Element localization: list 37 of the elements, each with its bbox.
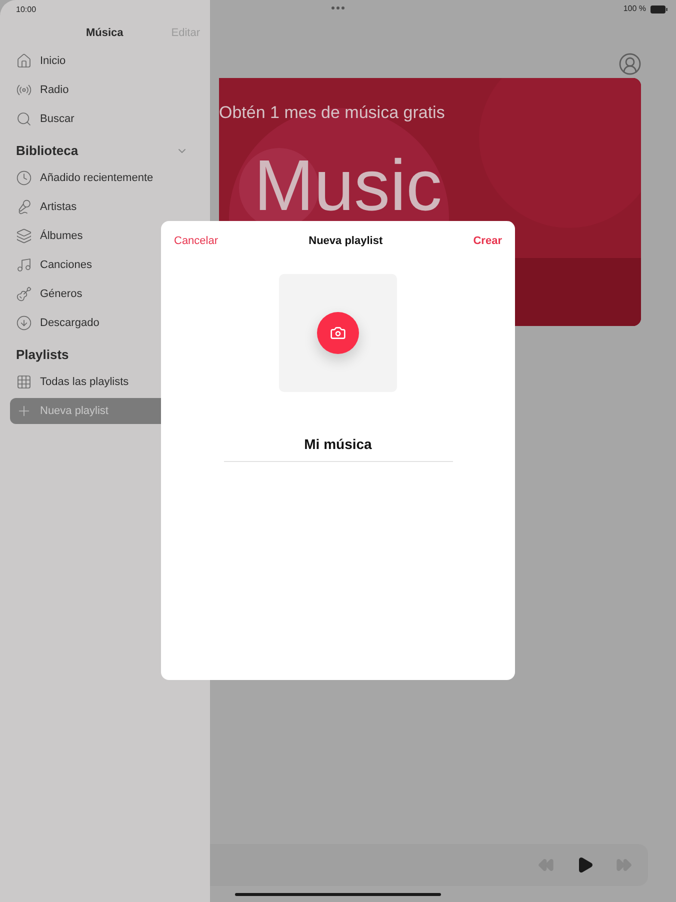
sidebar-item[interactable]: Descargado xyxy=(10,310,200,336)
microphone-icon xyxy=(16,199,32,215)
dialog-title: Nueva playlist xyxy=(308,234,383,249)
more-dots-icon xyxy=(331,6,345,10)
music-note-icon xyxy=(16,257,32,273)
sidebar-item[interactable]: Todas las playlists xyxy=(10,369,200,395)
search-icon xyxy=(16,111,32,127)
battery-percent: 100 % xyxy=(623,3,646,15)
account-icon[interactable] xyxy=(618,52,642,76)
download-icon xyxy=(16,315,32,331)
home-icon xyxy=(16,53,32,69)
sidebar-item[interactable]: Artistas xyxy=(10,194,200,220)
section-title: Biblioteca xyxy=(16,142,78,160)
banner-logo-text: Music xyxy=(254,150,442,222)
sidebar-item[interactable]: Géneros xyxy=(10,281,200,307)
sidebar-item[interactable]: Buscar xyxy=(10,106,200,132)
section-title: Playlists xyxy=(16,346,69,364)
sidebar-title: Música xyxy=(86,26,124,41)
sidebar-item[interactable]: Canciones xyxy=(10,252,200,278)
camera-icon xyxy=(330,324,346,340)
cancel-button[interactable]: Cancelar xyxy=(174,233,218,250)
guitar-icon xyxy=(16,286,32,302)
status-time: 10:00 xyxy=(15,4,38,16)
album-stack-icon xyxy=(16,228,32,244)
radio-icon xyxy=(16,82,32,98)
camera-button[interactable] xyxy=(317,312,359,354)
play-icon[interactable] xyxy=(576,856,594,874)
grid-icon xyxy=(16,374,32,390)
clock-icon xyxy=(16,170,32,186)
sidebar-item[interactable]: Añadido recientemente xyxy=(10,165,200,191)
battery-icon xyxy=(650,4,668,14)
playlist-name-field[interactable]: Mi música xyxy=(224,434,452,462)
plus-icon xyxy=(16,403,32,419)
sidebar-item[interactable]: Radio xyxy=(10,77,200,103)
banner-headline: Obtén 1 mes de música gratis xyxy=(219,102,445,124)
create-button[interactable]: Crear xyxy=(473,233,502,250)
sidebar-item[interactable]: Inicio xyxy=(10,48,200,74)
